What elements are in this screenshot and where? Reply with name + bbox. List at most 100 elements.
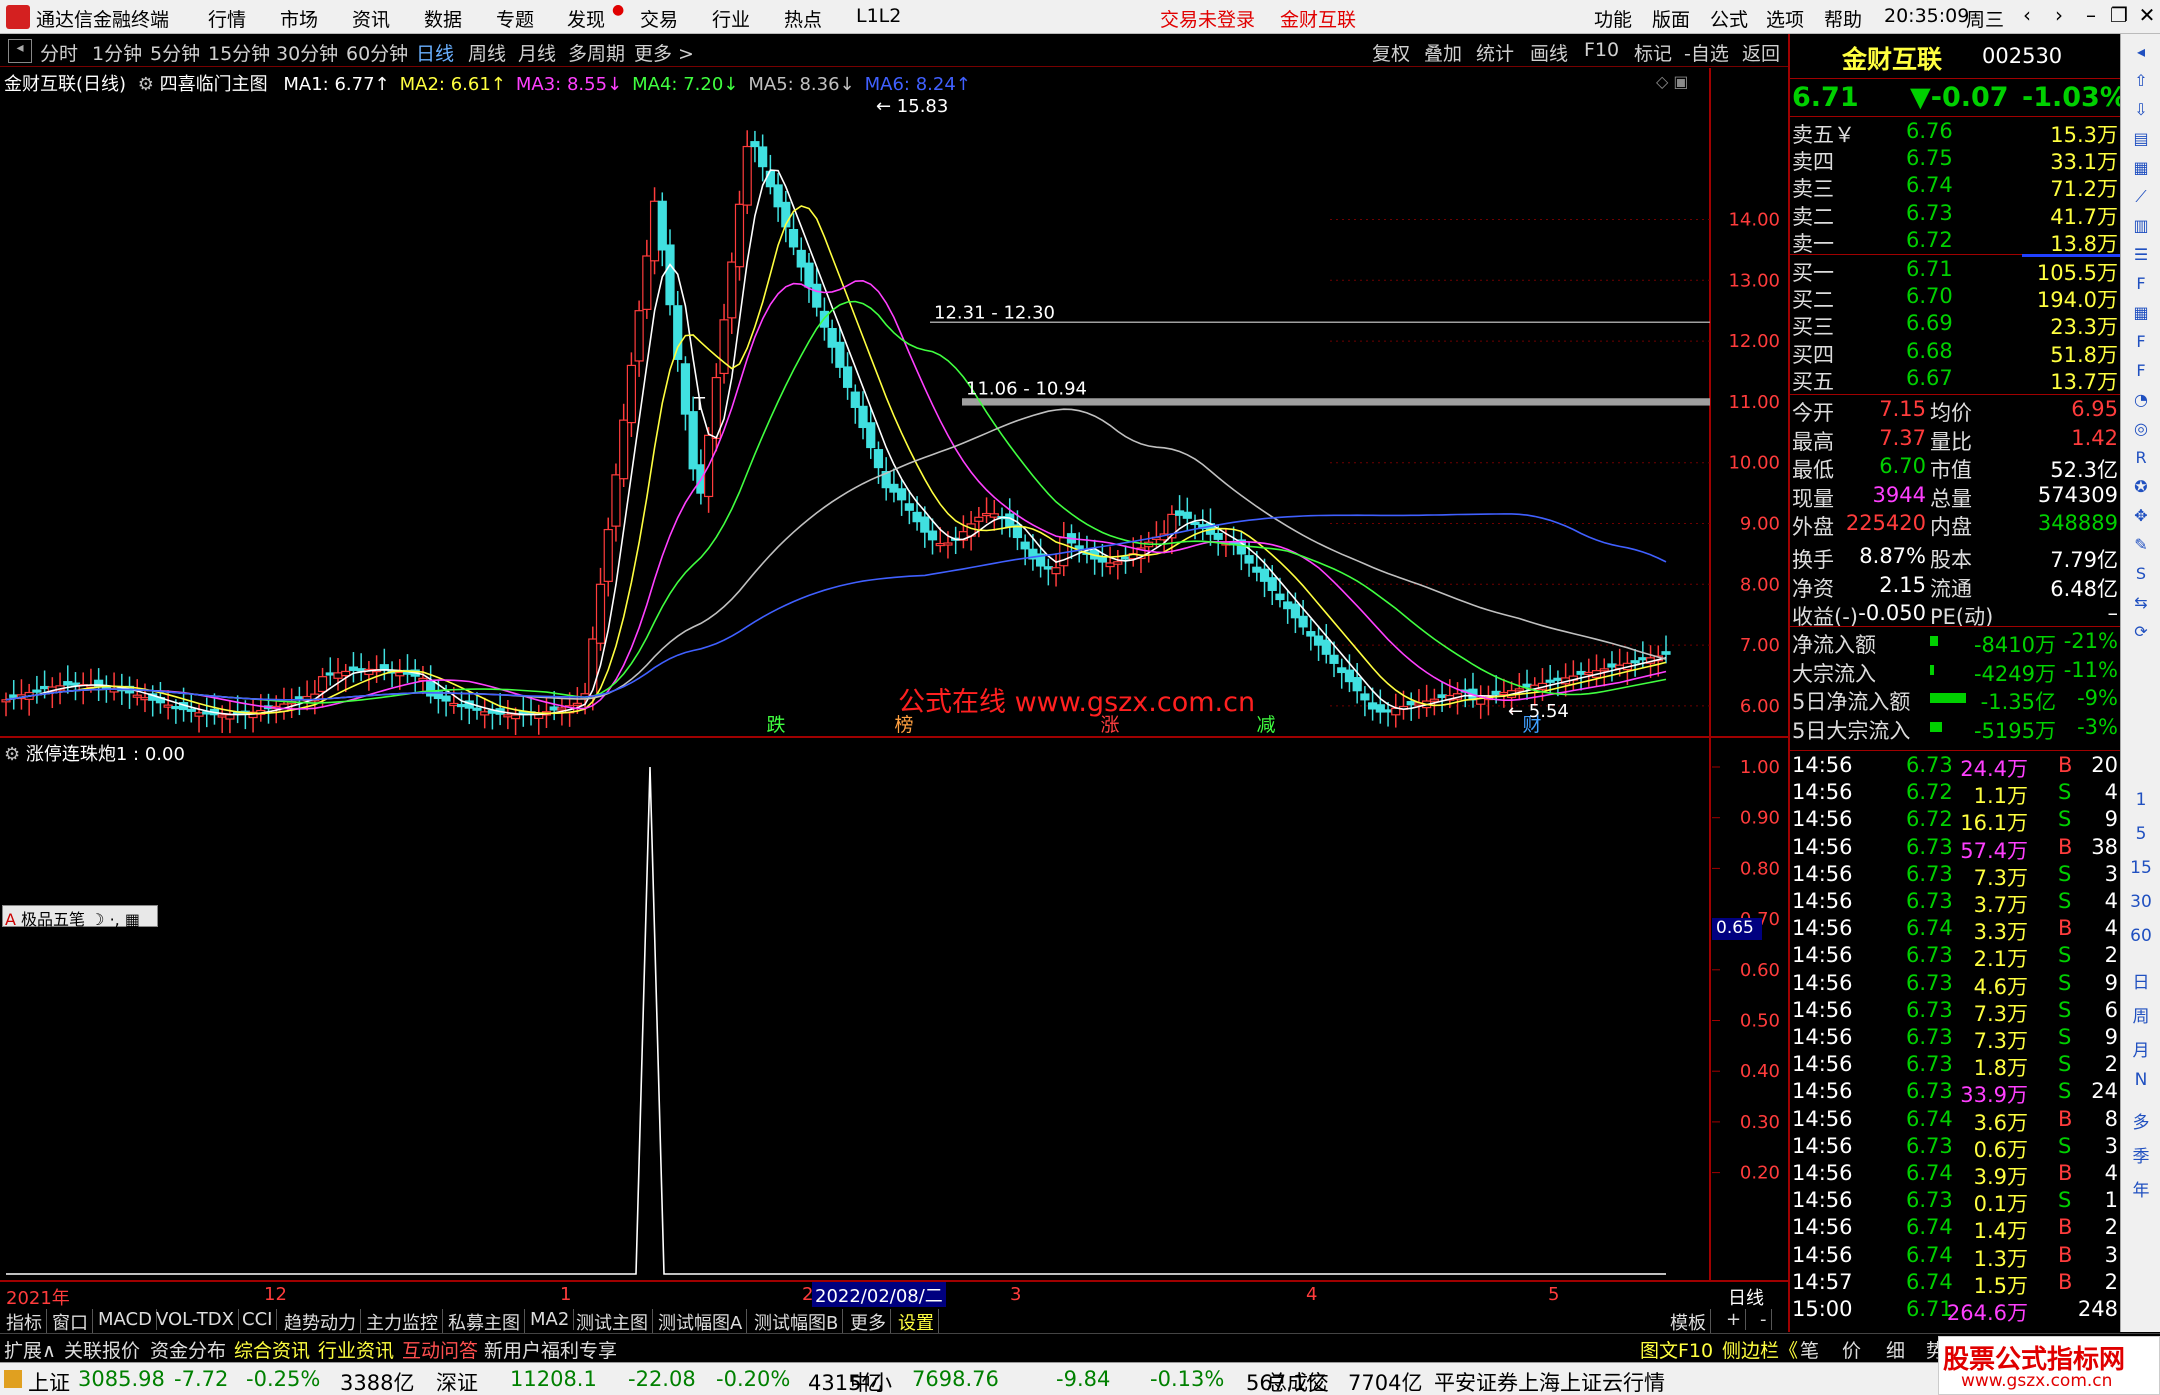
down-arrow-icon[interactable]: ⇩ <box>2127 100 2155 128</box>
bid-row-5[interactable]: 买五 6.67 13.7万 <box>1790 365 2120 394</box>
event-marker-1[interactable]: 跌 <box>766 714 785 736</box>
indicator-gear-icon[interactable]: ⚙ <box>138 74 154 95</box>
ask-row-2[interactable]: 卖二 6.73 41.7万 <box>1790 200 2120 229</box>
ask-row-1[interactable]: 卖一 6.72 13.8万 <box>1790 227 2120 256</box>
grid-icon[interactable]: ▦ <box>2127 303 2155 331</box>
rsi-icon[interactable]: R <box>2127 448 2155 476</box>
bottom-right-tab-3[interactable]: 笔 <box>1800 1336 1819 1363</box>
period-tab-monthly[interactable]: 月线 <box>518 39 556 66</box>
tick-row[interactable]: 14:56 6.73 33.9万 S 24 <box>1790 1078 2120 1107</box>
main-indicator-name[interactable]: 四喜临门主图 <box>160 74 268 95</box>
menu-function[interactable]: 功能 <box>1594 5 1632 32</box>
close-icon[interactable]: ✕ <box>2132 3 2160 31</box>
stat-row-1[interactable]: 今开 7.15 均价 6.95 <box>1790 396 2120 425</box>
menu-quotes[interactable]: 行情 <box>208 5 246 32</box>
share-icon[interactable]: ⇆ <box>2127 593 2155 621</box>
bid-row-2[interactable]: 买二 6.70 194.0万 <box>1790 283 2120 312</box>
ime-toolbar[interactable]: A 极品五笔 ☽ ·, ▦ <box>2 905 158 929</box>
period-tab-weekly[interactable]: 周线 <box>468 39 506 66</box>
bottom-tab-1[interactable]: 扩展∧ <box>4 1336 56 1363</box>
menu-hot[interactable]: 热点 <box>784 5 822 32</box>
tick-row[interactable]: 14:56 6.73 4.6万 S 9 <box>1790 970 2120 999</box>
tick-row[interactable]: 14:56 6.73 7.3万 S 9 <box>1790 1024 2120 1053</box>
flow-row-2[interactable]: 大宗流入 -4249万 -11% <box>1790 657 2120 686</box>
bottom-right-tab-4[interactable]: 价 <box>1842 1336 1861 1363</box>
period-tab-intraday[interactable]: 分时 <box>40 39 78 66</box>
period-tab-more[interactable]: 更多 > <box>634 39 694 66</box>
remove-watchlist-button[interactable]: -自选 <box>1684 39 1729 66</box>
list-icon[interactable]: ☰ <box>2127 245 2155 273</box>
indicator-tab-12[interactable]: 测试幅图B <box>750 1309 844 1335</box>
stat-row-5[interactable]: 外盘 225420 内盘 348889 <box>1790 510 2120 539</box>
sidebar-period-5[interactable]: 60 <box>2121 926 2160 946</box>
indicator-tab-11[interactable]: 测试幅图A <box>654 1309 748 1335</box>
stat-row-7[interactable]: 净资 2.15 流通 6.48亿 <box>1790 572 2120 601</box>
template-control-1[interactable]: 模板 <box>1666 1309 1711 1335</box>
kline-chart[interactable]: 14.00 13.00 12.00 11.00 10.00 9.00 8.00 7.00 6.0… <box>0 68 1788 1282</box>
f2-icon[interactable]: F <box>2127 361 2155 389</box>
f10-button[interactable]: F10 <box>1584 39 1619 61</box>
bid-row-4[interactable]: 买四 6.68 51.8万 <box>1790 338 2120 367</box>
tick-row[interactable]: 14:56 6.73 3.7万 S 4 <box>1790 888 2120 917</box>
tick-row[interactable]: 14:57 6.74 1.5万 B 2 <box>1790 1269 2120 1298</box>
period-tab-30min[interactable]: 30分钟 <box>276 39 338 66</box>
tick-row[interactable]: 14:56 6.74 1.4万 B 2 <box>1790 1214 2120 1243</box>
menu-l1l2[interactable]: L1L2 <box>856 5 901 27</box>
up-arrow-icon[interactable]: ⇧ <box>2127 71 2155 99</box>
tick-row[interactable]: 14:56 6.73 24.4万 B 20 <box>1790 752 2120 781</box>
mark-button[interactable]: 标记 <box>1634 39 1672 66</box>
indicator-tab-10[interactable]: 测试主图 <box>572 1309 653 1335</box>
ime-keyboard-icon[interactable]: ▦ <box>125 910 140 929</box>
sidebar-period-2[interactable]: 5 <box>2121 824 2160 844</box>
index-bar-icon[interactable] <box>4 1370 22 1388</box>
period-tab-15min[interactable]: 15分钟 <box>208 39 270 66</box>
menu-data[interactable]: 数据 <box>424 5 462 32</box>
indicator-tab-5[interactable]: CCI <box>238 1309 278 1330</box>
restore-icon[interactable]: ❐ <box>2104 3 2134 31</box>
tick-row[interactable]: 14:56 6.74 3.3万 B 4 <box>1790 915 2120 944</box>
menu-formula[interactable]: 公式 <box>1710 5 1748 32</box>
event-marker-4[interactable]: 减 <box>1256 714 1275 736</box>
tick-list[interactable]: 14:56 6.73 24.4万 B 20 14:56 6.72 1.1万 S 4 14:56 6.7… <box>1790 752 2120 1332</box>
move-icon[interactable]: ✥ <box>2127 506 2155 534</box>
target-icon[interactable]: ◎ <box>2127 419 2155 447</box>
menu-topics[interactable]: 专题 <box>496 5 534 32</box>
bottom-tab-2[interactable]: 关联报价 <box>64 1336 140 1363</box>
line-chart-icon[interactable]: ⟋ <box>2127 187 2155 215</box>
indicator-tab-6[interactable]: 趋势动力 <box>280 1309 361 1335</box>
news-icon[interactable]: ▤ <box>2127 129 2155 157</box>
collapse-arrow-icon[interactable]: ◂ <box>2127 42 2155 70</box>
ask-row-3[interactable]: 卖三 6.74 71.2万 <box>1790 172 2120 201</box>
kline-icon[interactable]: ▥ <box>2127 216 2155 244</box>
indicator-tab-8[interactable]: 私募主图 <box>444 1309 525 1335</box>
stat-row-6[interactable]: 换手 8.87% 股本 7.79亿 <box>1790 543 2120 572</box>
bid-row-1[interactable]: 买一 6.71 105.5万 <box>1790 256 2120 285</box>
indicator-tab-14[interactable]: 设置 <box>894 1309 939 1335</box>
indicator-tab-9[interactable]: MA2 <box>526 1309 575 1330</box>
sidebar-period-4[interactable]: 30 <box>2121 892 2160 912</box>
sidebar-period-10[interactable]: 多 <box>2121 1108 2160 1133</box>
sidebar-period-11[interactable]: 季 <box>2121 1142 2160 1167</box>
tick-row[interactable]: 15:00 6.71 264.6万 248 <box>1790 1296 2120 1325</box>
pie-icon[interactable]: ◔ <box>2127 390 2155 418</box>
chart-options-icon[interactable]: ◇ ▣ <box>1656 72 1689 91</box>
tick-row[interactable]: 14:56 6.73 2.1万 S 2 <box>1790 942 2120 971</box>
table-icon[interactable]: ▦ <box>2127 158 2155 186</box>
bottom-tab-6[interactable]: 互动问答 <box>402 1336 478 1363</box>
period-tab-multi[interactable]: 多周期 <box>568 39 625 66</box>
bottom-tab-4[interactable]: 综合资讯 <box>234 1336 310 1363</box>
bottom-right-tab-1[interactable]: 图文F10 <box>1640 1336 1713 1363</box>
tick-row[interactable]: 14:56 6.74 3.9万 B 4 <box>1790 1160 2120 1189</box>
template-control-3[interactable]: - <box>1756 1309 1772 1330</box>
tick-row[interactable]: 14:56 6.73 57.4万 B 38 <box>1790 834 2120 863</box>
ask-row-4[interactable]: 卖四 6.75 33.1万 <box>1790 145 2120 174</box>
bottom-tab-7[interactable]: 新用户福利专享 <box>484 1336 617 1363</box>
draw-button[interactable]: 画线 <box>1530 39 1568 66</box>
adjust-button[interactable]: 复权 <box>1372 39 1410 66</box>
ime-moon-icon[interactable]: ☽ <box>90 910 104 929</box>
sub-indicator-gear-icon[interactable]: ⚙ <box>4 744 20 765</box>
period-tab-60min[interactable]: 60分钟 <box>346 39 408 66</box>
bottom-right-tab-5[interactable]: 细 <box>1886 1336 1905 1363</box>
minimize-icon[interactable]: – <box>2076 3 2106 31</box>
sync-icon[interactable]: ⟳ <box>2127 622 2155 650</box>
